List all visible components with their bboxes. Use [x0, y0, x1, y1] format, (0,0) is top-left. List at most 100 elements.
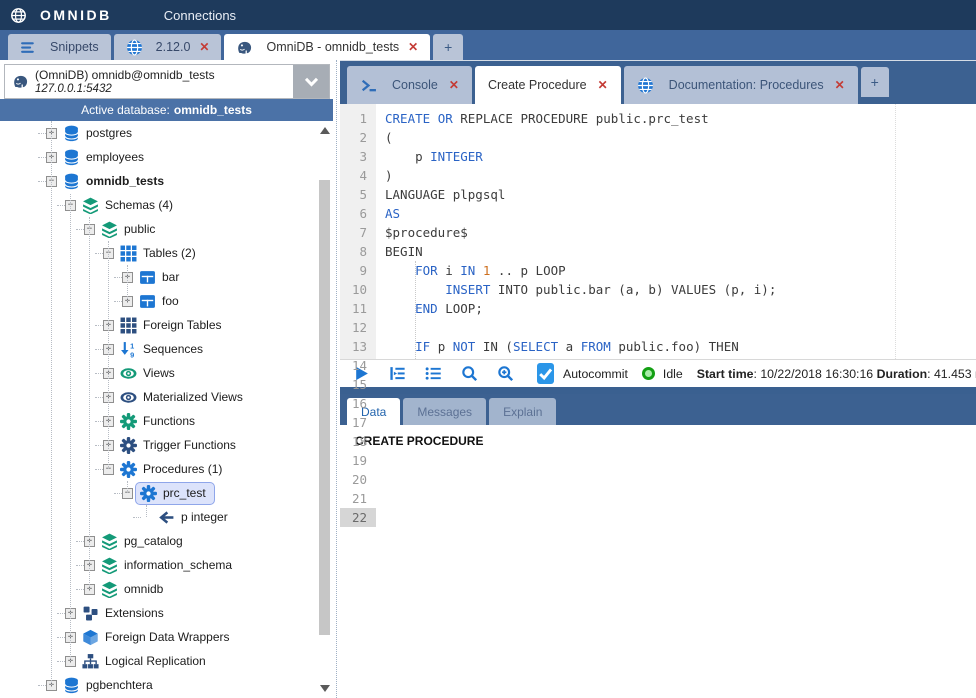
tree-connector-stub	[114, 301, 122, 302]
tab-omnidb-omnidb-tests[interactable]: OmniDB - omnidb_tests✕	[224, 34, 430, 60]
inner-tab-strip: Console✕Create Procedure✕Documentation: …	[340, 60, 976, 104]
gear-icon	[120, 461, 137, 478]
code-line[interactable]: AS	[376, 204, 976, 223]
tree-item-procedures-1[interactable]: −Procedures (1)	[0, 457, 333, 481]
schema-icon	[101, 221, 118, 238]
indent-sql-button[interactable]	[389, 365, 406, 382]
line-number: 7	[340, 223, 376, 242]
find-replace-button[interactable]	[497, 365, 514, 382]
tab-label: Create Procedure	[488, 78, 587, 92]
code-line[interactable]: BEGIN	[376, 242, 976, 261]
tree-item-information-schema[interactable]: +information_schema	[0, 553, 333, 577]
autocommit-checkbox[interactable]	[537, 363, 554, 384]
new-connection-tab-button[interactable]: +	[433, 34, 463, 60]
scroll-up-icon[interactable]	[320, 127, 330, 134]
result-tab-strip: DataMessagesExplain	[340, 394, 976, 425]
tab-snippets[interactable]: Snippets	[8, 34, 111, 60]
selected-node-highlight[interactable]: prc_test	[135, 482, 215, 505]
tree-item-public[interactable]: −public	[0, 217, 333, 241]
code-line[interactable]: LANGUAGE plpgsql	[376, 185, 976, 204]
close-tab-icon[interactable]: ✕	[835, 78, 845, 92]
tree-item-trigger-functions[interactable]: +Trigger Functions	[0, 433, 333, 457]
tree-item-foo[interactable]: +foo	[0, 289, 333, 313]
inner-tab-create-procedure[interactable]: Create Procedure ✕	[475, 66, 621, 104]
globe-icon	[637, 77, 654, 94]
result-content: CREATE PROCEDURE	[340, 425, 976, 698]
line-number: 10	[340, 280, 376, 299]
tab-2-12-0[interactable]: 2.12.0✕	[114, 34, 222, 60]
tree-item-pgbenchtera[interactable]: +pgbenchtera	[0, 673, 333, 697]
tree-item-postgres[interactable]: +postgres	[0, 121, 333, 145]
outer-tab-strip: Snippets2.12.0✕OmniDB - omnidb_tests✕+	[0, 30, 976, 60]
code-line[interactable]	[376, 318, 976, 337]
tree-connector-stub	[38, 157, 46, 158]
code-line[interactable]: IF p NOT IN (SELECT a FROM public.foo) T…	[376, 337, 976, 356]
result-tab-explain[interactable]: Explain	[489, 398, 556, 425]
indent-guide	[415, 261, 416, 359]
code-line[interactable]: )	[376, 166, 976, 185]
find-button[interactable]	[461, 365, 478, 382]
print-margin	[895, 104, 896, 359]
snippets-icon	[20, 39, 37, 56]
tree-item-sequences[interactable]: +19Sequences	[0, 337, 333, 361]
code-line[interactable]: (	[376, 128, 976, 147]
omnidb-globe-icon	[10, 7, 27, 24]
duration-value: 41.453 ms	[934, 367, 976, 381]
tree-item-logical-replication[interactable]: +Logical Replication	[0, 649, 333, 673]
tree-item-foreign-tables[interactable]: +Foreign Tables	[0, 313, 333, 337]
scroll-down-icon[interactable]	[320, 685, 330, 692]
inner-tab-console[interactable]: Console ✕	[347, 66, 472, 104]
code-line[interactable]: INSERT INTO public.foo (a) VALUES (p);	[376, 356, 976, 359]
tree-item-label: information_schema	[124, 558, 232, 572]
connection-dropdown-button[interactable]	[293, 65, 329, 98]
tree-scrollbar[interactable]	[319, 125, 330, 694]
tree-item-p-integer[interactable]: p integer	[0, 505, 333, 529]
close-tab-icon[interactable]: ✕	[408, 40, 418, 54]
connection-selector[interactable]: (OmniDB) omnidb@omnidb_tests 127.0.0.1:5…	[4, 64, 330, 99]
cubes-icon	[82, 605, 99, 622]
tree-item-materialized-views[interactable]: +Materialized Views	[0, 385, 333, 409]
code-line[interactable]: CREATE OR REPLACE PROCEDURE public.prc_t…	[376, 109, 976, 128]
editor-code-area[interactable]: CREATE OR REPLACE PROCEDURE public.prc_t…	[376, 104, 976, 359]
menu-connections[interactable]: Connections	[164, 8, 236, 23]
result-separator[interactable]	[340, 387, 976, 394]
code-line[interactable]: END LOOP;	[376, 299, 976, 318]
tree-connector-line	[51, 121, 52, 685]
scrollbar-thumb[interactable]	[319, 180, 330, 635]
tree-item-functions[interactable]: +Functions	[0, 409, 333, 433]
code-line[interactable]: FOR i IN 1 .. p LOOP	[376, 261, 976, 280]
sql-text	[385, 263, 415, 278]
tree-item-omnidb[interactable]: +omnidb	[0, 577, 333, 601]
result-tab-messages[interactable]: Messages	[403, 398, 486, 425]
tree-item-extensions[interactable]: +Extensions	[0, 601, 333, 625]
tree-item-prc-test[interactable]: −prc_test	[0, 481, 333, 505]
tree-connector-stub	[95, 421, 103, 422]
status-text: Idle	[663, 367, 683, 381]
close-tab-icon[interactable]: ✕	[199, 40, 209, 54]
tree-item-views[interactable]: +Views	[0, 361, 333, 385]
start-time-value: 10/22/2018 16:30:16	[760, 367, 873, 381]
tree-item-employees[interactable]: +employees	[0, 145, 333, 169]
tree-connector-stub	[95, 349, 103, 350]
tree-item-schemas-4[interactable]: −Schemas (4)	[0, 193, 333, 217]
tab-label: Console	[392, 78, 438, 92]
code-line[interactable]: p INTEGER	[376, 147, 976, 166]
command-history-button[interactable]	[425, 365, 442, 382]
svg-text:9: 9	[130, 350, 134, 358]
tree-item-foreign-data-wrappers[interactable]: +Foreign Data Wrappers	[0, 625, 333, 649]
code-line[interactable]: $procedure$	[376, 223, 976, 242]
tree-item-bar[interactable]: +bar	[0, 265, 333, 289]
connection-title: (OmniDB) omnidb@omnidb_tests	[35, 68, 293, 82]
inner-tab-documentation-procedures[interactable]: Documentation: Procedures✕	[624, 66, 858, 104]
close-tab-icon[interactable]: ✕	[598, 78, 608, 92]
tree-item-pg-catalog[interactable]: +pg_catalog	[0, 529, 333, 553]
tree-item-omnidb-tests[interactable]: −omnidb_tests	[0, 169, 333, 193]
tree-item-tables-2[interactable]: −Tables (2)	[0, 241, 333, 265]
sql-text: public.foo) THEN	[611, 339, 739, 354]
postgres-icon	[236, 39, 253, 56]
panel-splitter[interactable]	[333, 60, 340, 698]
sql-editor[interactable]: 12345678910111213141516171819202122 CREA…	[340, 104, 976, 360]
code-line[interactable]: INSERT INTO public.bar (a, b) VALUES (p,…	[376, 280, 976, 299]
new-inner-tab-button[interactable]: +	[861, 67, 889, 97]
close-tab-icon[interactable]: ✕	[449, 78, 459, 92]
